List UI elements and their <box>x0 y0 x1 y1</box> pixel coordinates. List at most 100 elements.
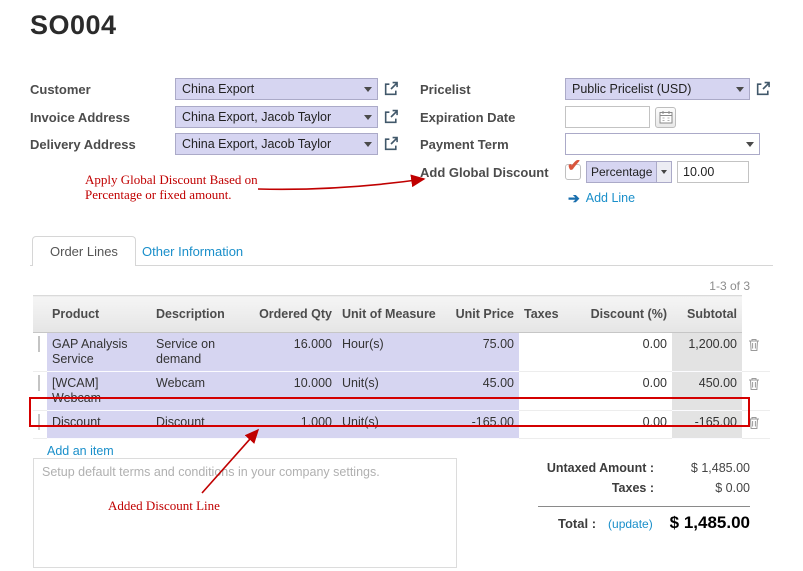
external-link-icon[interactable] <box>383 109 399 125</box>
external-link-icon[interactable] <box>383 136 399 152</box>
cell-product: GAP Analysis Service <box>47 333 151 372</box>
invoice-address-label: Invoice Address <box>30 110 175 125</box>
external-link-icon[interactable] <box>755 81 771 97</box>
add-line-link[interactable]: ➔ Add Line <box>568 191 635 205</box>
pricelist-label: Pricelist <box>420 82 565 97</box>
customer-select[interactable]: China Export <box>175 78 378 100</box>
payment-term-label: Payment Term <box>420 137 565 152</box>
untaxed-value: $ 1,485.00 <box>666 461 750 475</box>
total-value: $ 1,485.00 <box>670 513 750 533</box>
chevron-down-icon <box>746 142 754 147</box>
delete-line-button[interactable] <box>747 337 761 356</box>
cell-description: Webcam <box>151 372 251 411</box>
pager: 1-3 of 3 <box>709 279 750 293</box>
header-row: Product Description Ordered Qty Unit of … <box>33 296 770 333</box>
external-link-icon[interactable] <box>383 81 399 97</box>
col-description: Description <box>151 296 251 333</box>
global-discount-checkbox[interactable]: ✔ <box>565 164 581 180</box>
order-lines-section: Product Description Ordered Qty Unit of … <box>33 295 770 458</box>
cell-discount: 0.00 <box>579 372 672 411</box>
update-link[interactable]: (update) <box>608 517 653 531</box>
cell-ordered-qty: 10.000 <box>251 372 337 411</box>
calendar-icon <box>659 110 673 124</box>
discount-type-select[interactable]: Percentage <box>586 161 672 183</box>
invoice-address-select[interactable]: China Export, Jacob Taylor <box>175 106 378 128</box>
taxes-label: Taxes : <box>538 481 666 495</box>
delete-line-button[interactable] <box>747 376 761 395</box>
global-discount-row: Add Global Discount ✔ Percentage <box>420 160 749 184</box>
terms-textarea[interactable] <box>33 458 457 568</box>
discount-type-value: Percentage <box>591 165 652 179</box>
order-line-row-discount[interactable]: Discount Discount 1.000 Unit(s) -165.00 … <box>33 411 770 439</box>
annotation-added-discount-line: Added Discount Line <box>108 498 220 513</box>
add-an-item-link[interactable]: Add an item <box>47 444 114 458</box>
customer-label: Customer <box>30 82 175 97</box>
cell-subtotal: 450.00 <box>672 372 742 411</box>
trash-icon <box>748 338 760 352</box>
drag-handle-icon[interactable] <box>38 375 40 391</box>
tab-other-information[interactable]: Other Information <box>142 244 243 259</box>
delete-line-button[interactable] <box>747 415 761 434</box>
totals-divider <box>538 506 750 507</box>
order-line-row[interactable]: [WCAM] Webcam Webcam 10.000 Unit(s) 45.0… <box>33 372 770 411</box>
order-line-row[interactable]: GAP Analysis Service Service on demand 1… <box>33 333 770 372</box>
cell-discount: 0.00 <box>579 411 672 439</box>
payment-term-select[interactable] <box>565 133 760 155</box>
cell-unit-price: 75.00 <box>443 333 519 372</box>
total-label: Total : <box>558 516 596 531</box>
pricelist-select[interactable]: Public Pricelist (USD) <box>565 78 750 100</box>
trash-icon <box>748 416 760 430</box>
delivery-address-label: Delivery Address <box>30 137 175 152</box>
cell-product: [WCAM] Webcam <box>47 372 151 411</box>
chevron-down-icon <box>661 170 667 174</box>
tab-order-lines[interactable]: Order Lines <box>32 236 136 266</box>
taxes-row: Taxes : $ 0.00 <box>538 481 750 501</box>
total-row: Total : (update) $ 1,485.00 <box>538 513 750 539</box>
pricelist-value: Public Pricelist (USD) <box>572 82 691 96</box>
totals-section: Untaxed Amount : $ 1,485.00 Taxes : $ 0.… <box>538 461 750 539</box>
col-discount: Discount (%) <box>579 296 672 333</box>
add-line-label: Add Line <box>586 191 635 205</box>
trash-icon <box>748 377 760 391</box>
annotation-line: Percentage or fixed amount. <box>85 187 258 202</box>
col-unit-price: Unit Price <box>443 296 519 333</box>
col-unit-of-measure: Unit of Measure <box>337 296 443 333</box>
cell-product: Discount <box>47 411 151 439</box>
chevron-down-icon <box>736 87 744 92</box>
cell-unit-price: -165.00 <box>443 411 519 439</box>
cell-description: Service on demand <box>151 333 251 372</box>
calendar-button[interactable] <box>655 107 676 128</box>
untaxed-label: Untaxed Amount : <box>538 461 666 475</box>
drag-handle-icon[interactable] <box>38 414 40 430</box>
cell-ordered-qty: 1.000 <box>251 411 337 439</box>
delivery-address-select[interactable]: China Export, Jacob Taylor <box>175 133 378 155</box>
discount-amount-input[interactable] <box>677 161 749 183</box>
col-subtotal: Subtotal <box>672 296 742 333</box>
checkmark-icon: ✔ <box>567 156 581 176</box>
cell-subtotal: -165.00 <box>672 411 742 439</box>
cell-taxes <box>519 372 579 411</box>
invoice-address-value: China Export, Jacob Taylor <box>182 110 331 124</box>
cell-taxes <box>519 333 579 372</box>
annotation-global-discount: Apply Global Discount Based on Percentag… <box>85 172 258 202</box>
cell-unit-of-measure: Unit(s) <box>337 411 443 439</box>
chevron-down-icon <box>364 115 372 120</box>
drag-handle-icon[interactable] <box>38 336 40 352</box>
customer-value: China Export <box>182 82 254 96</box>
customer-row: Customer China Export <box>30 77 399 101</box>
col-product: Product <box>47 296 151 333</box>
col-taxes: Taxes <box>519 296 579 333</box>
delete-column-header <box>742 296 770 333</box>
notebook-tabs: Order Lines Other Information <box>30 236 773 266</box>
delivery-address-row: Delivery Address China Export, Jacob Tay… <box>30 132 399 156</box>
cell-taxes <box>519 411 579 439</box>
page-title: SO004 <box>30 10 117 41</box>
expiration-date-label: Expiration Date <box>420 110 565 125</box>
expiration-date-input[interactable] <box>565 106 650 128</box>
col-ordered-qty: Ordered Qty <box>251 296 337 333</box>
chevron-down-icon <box>364 87 372 92</box>
untaxed-row: Untaxed Amount : $ 1,485.00 <box>538 461 750 481</box>
order-lines-table: Product Description Ordered Qty Unit of … <box>33 295 770 439</box>
pricelist-row: Pricelist Public Pricelist (USD) <box>420 77 771 101</box>
payment-term-row: Payment Term <box>420 132 760 156</box>
